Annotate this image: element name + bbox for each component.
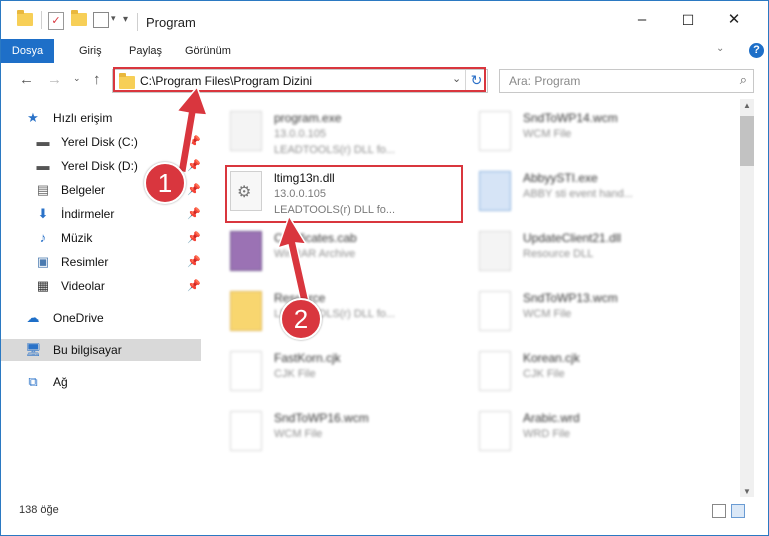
callout-arrows xyxy=(175,85,310,304)
explorer-window: ✓ ▾ ▾ Program – ☐ ✕ Dosya Giriş Paylaş G… xyxy=(0,0,769,536)
callout-badge-1: 1 xyxy=(144,162,186,204)
callout-badge-2: 2 xyxy=(280,298,322,340)
